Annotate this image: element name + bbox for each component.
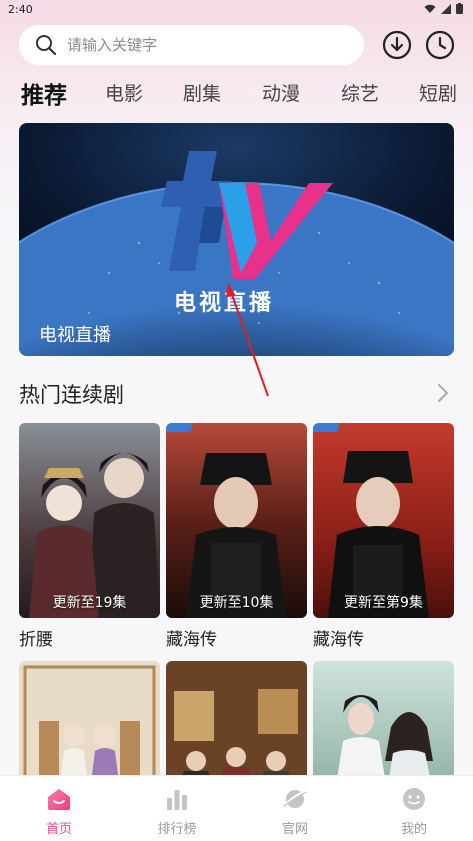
tab-movies[interactable]: 电影 (105, 79, 143, 106)
nav-ranking[interactable]: 排行榜 (137, 786, 217, 837)
download-icon[interactable] (382, 30, 412, 60)
tab-variety[interactable]: 综艺 (341, 79, 379, 106)
banner-logo-text: 电视直播 (174, 290, 275, 316)
category-tabs: 推荐 电影 剧集 动漫 综艺 短剧 (0, 74, 473, 114)
poster-image (19, 661, 160, 791)
tab-recommend[interactable]: 推荐 (21, 76, 67, 110)
provider-badge (313, 423, 339, 432)
signal-icon (441, 3, 451, 14)
provider-badge (166, 423, 192, 432)
live-tv-banner[interactable]: 电视直播 电视直播 (19, 123, 454, 356)
wifi-icon (424, 4, 436, 13)
poster-image: 更新至19集 (19, 423, 160, 618)
banner-caption: 电视直播 (39, 325, 111, 346)
tab-series[interactable]: 剧集 (183, 79, 221, 106)
chevron-right-icon[interactable] (434, 382, 452, 404)
nav-home[interactable]: 首页 (19, 786, 99, 837)
history-clock-icon[interactable] (425, 30, 455, 60)
poster-image: 更新至第9集 (313, 423, 454, 618)
bottom-nav: 首页 排行榜 官网 我的 (0, 775, 473, 841)
nav-official-site[interactable]: 官网 (255, 786, 335, 837)
drama-card[interactable]: 更新至10集 藏海传 (166, 423, 307, 650)
tab-short-drama[interactable]: 短剧 (419, 79, 457, 106)
search-input[interactable] (67, 36, 327, 54)
planet-icon (283, 789, 308, 808)
nav-label: 排行榜 (157, 822, 197, 837)
search-bar[interactable] (19, 25, 364, 65)
poster-image (313, 661, 454, 791)
tab-anime[interactable]: 动漫 (262, 79, 300, 106)
home-icon (48, 789, 70, 810)
drama-card[interactable] (313, 661, 454, 791)
nav-label: 官网 (281, 822, 308, 837)
nav-profile[interactable]: 我的 (374, 786, 454, 837)
nav-label: 我的 (400, 822, 427, 837)
search-icon (36, 35, 57, 56)
battery-icon (456, 3, 463, 14)
update-status: 更新至10集 (199, 595, 274, 611)
drama-card[interactable]: 更新至第9集 藏海传 (313, 423, 454, 650)
update-status: 更新至第9集 (344, 595, 423, 611)
nav-label: 首页 (45, 822, 72, 837)
status-time: 2:40 (8, 3, 33, 16)
status-icons (424, 3, 463, 14)
drama-title: 藏海传 (313, 630, 364, 650)
ranking-icon (167, 790, 187, 810)
drama-card[interactable]: 更新至19集 折腰 (19, 423, 160, 650)
profile-icon (403, 788, 425, 810)
status-bar: 2:40 (0, 0, 473, 20)
section-title: 热门连续剧 (19, 383, 124, 407)
poster-image (166, 661, 307, 791)
drama-title: 藏海传 (166, 630, 217, 650)
drama-title: 折腰 (19, 630, 53, 650)
drama-card[interactable] (166, 661, 307, 791)
update-status: 更新至19集 (52, 595, 127, 611)
poster-image: 更新至10集 (166, 423, 307, 618)
drama-card[interactable] (19, 661, 160, 791)
